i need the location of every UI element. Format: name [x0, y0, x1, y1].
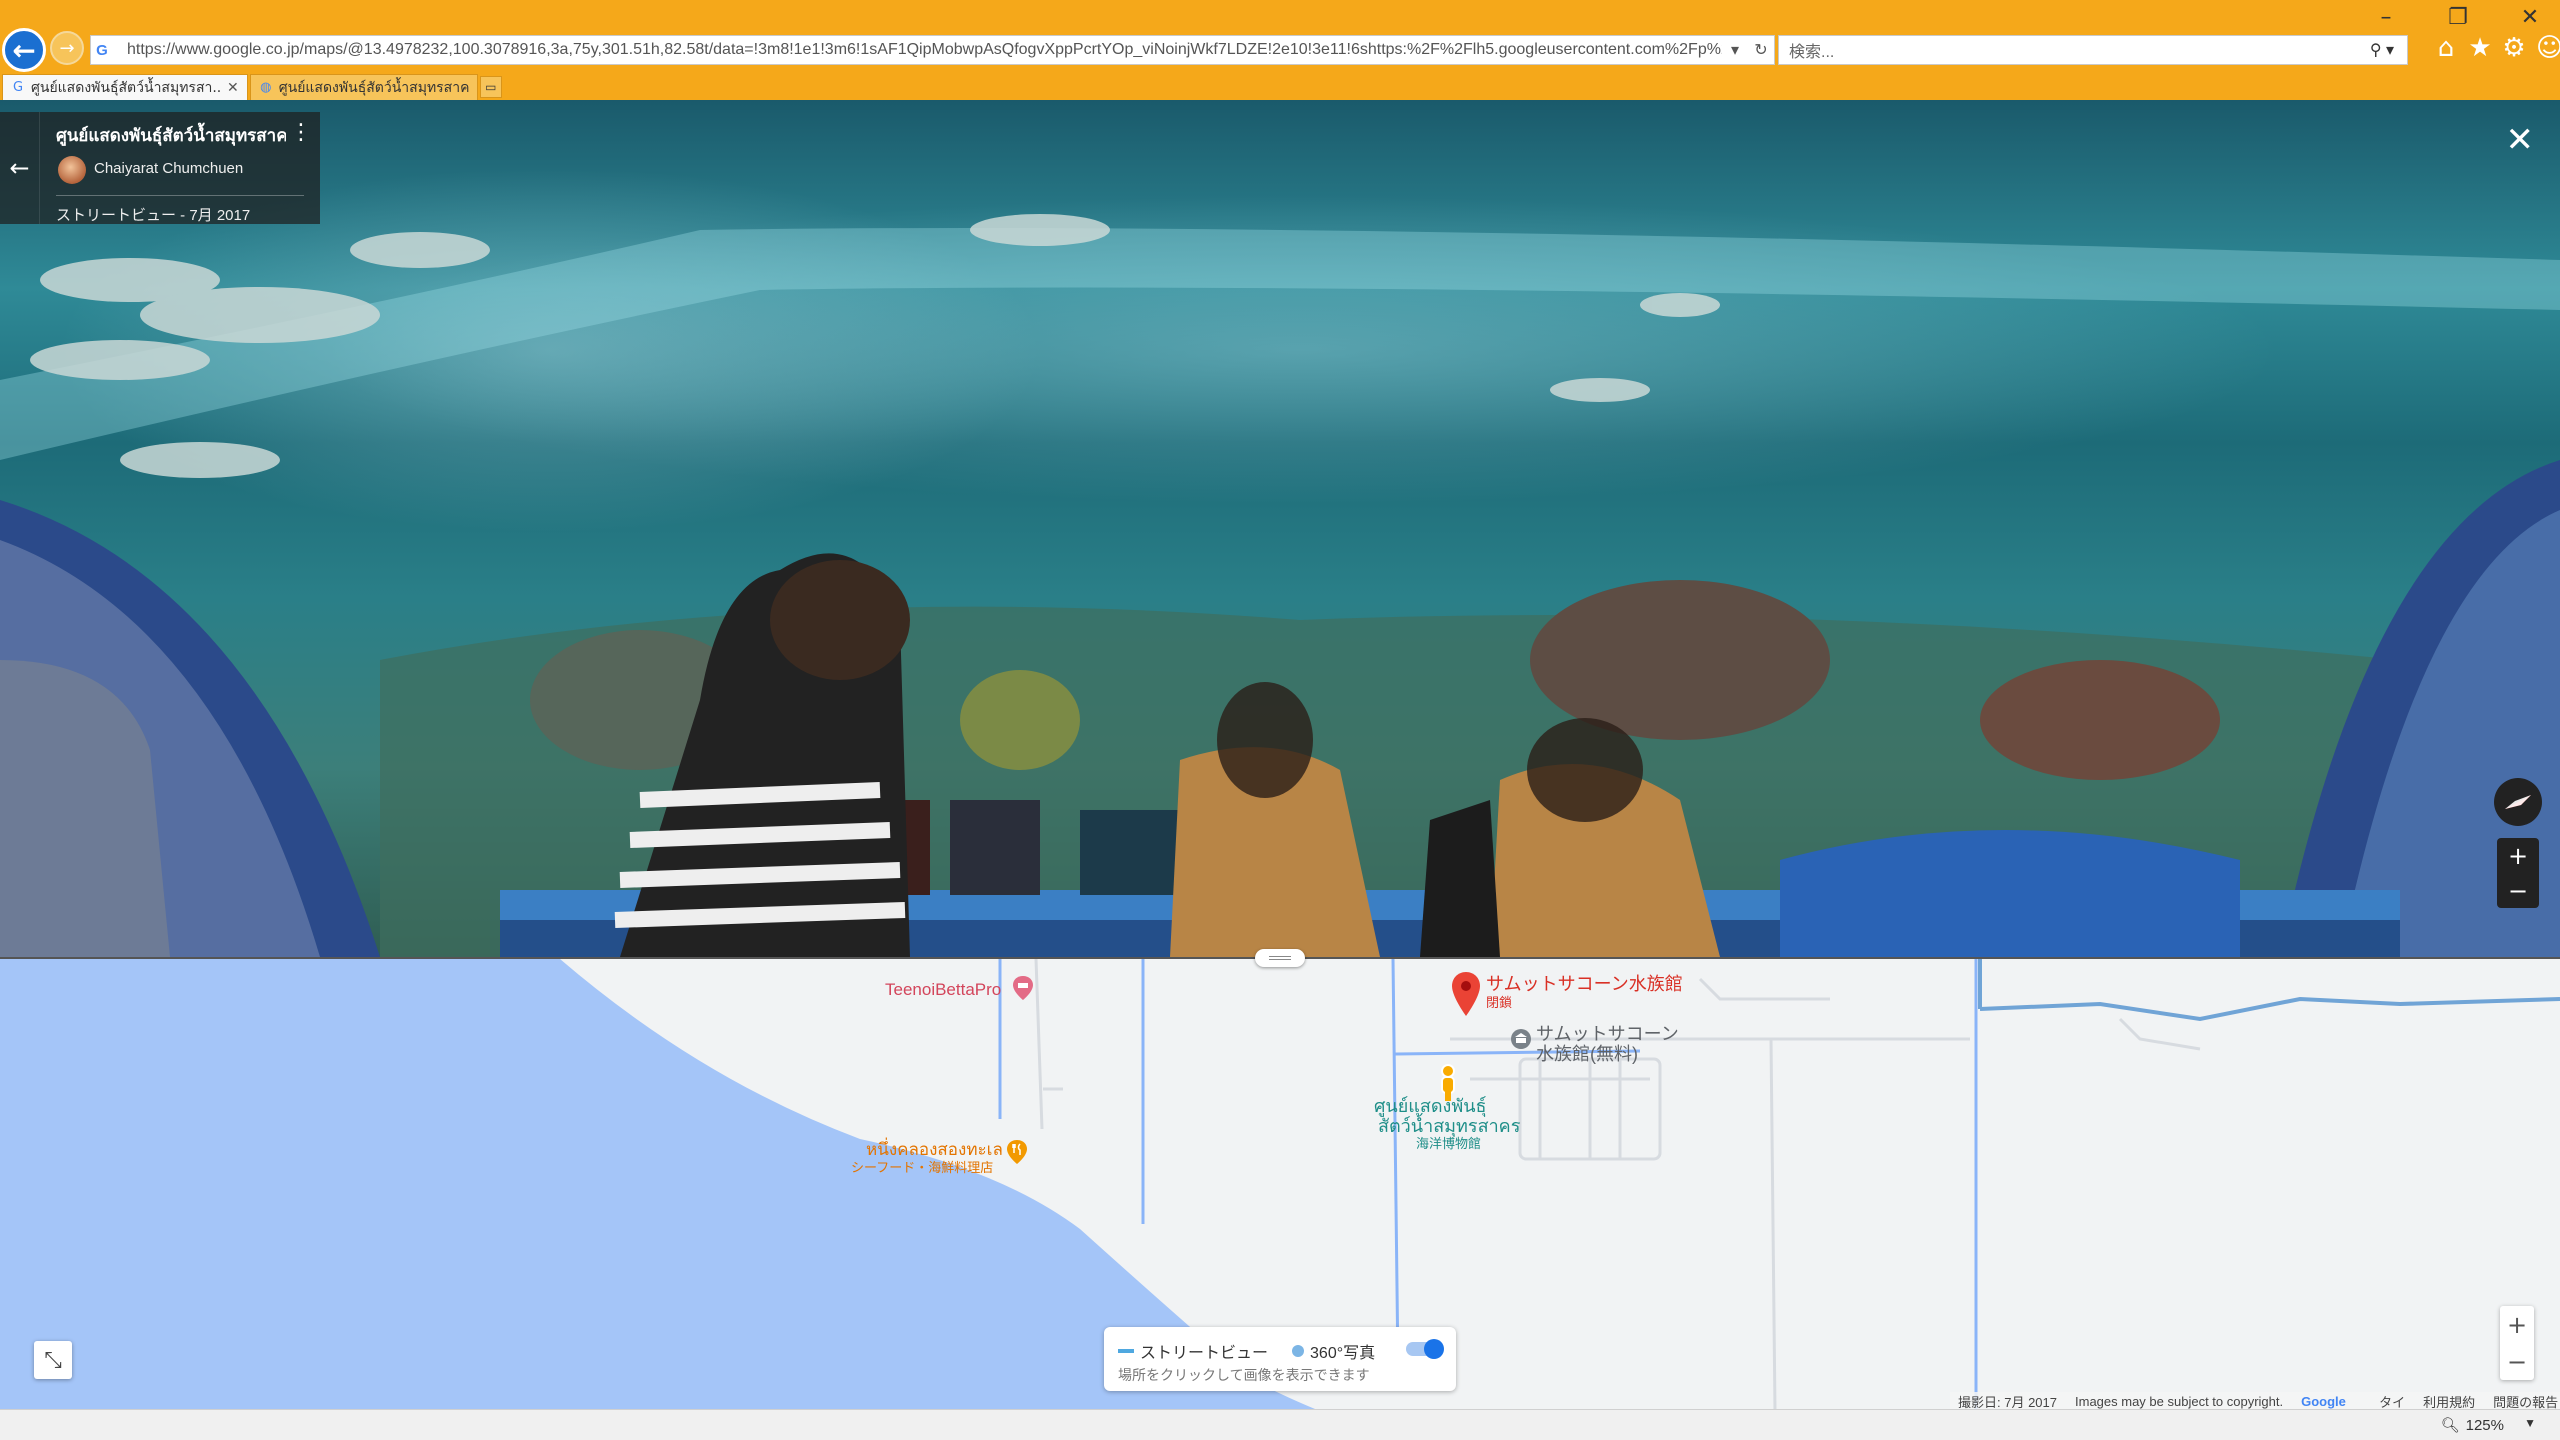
streetview-line-icon	[1118, 1349, 1134, 1353]
tab-inactive[interactable]: ◍ ศูนย์แสดงพันธุ์สัตว์น้ำสมุทรสาคร สม...	[249, 74, 478, 100]
place-label-museum-line2[interactable]: สัตว์น้ำสมุทรสาคร	[1378, 1116, 1520, 1137]
zoom-out-button[interactable]: −	[2497, 873, 2539, 908]
window-controls: – ❐ ✕	[2368, 0, 2548, 34]
restaurant-marker-icon[interactable]	[1006, 1139, 1028, 1165]
tab-close-icon[interactable]: ✕	[227, 80, 239, 96]
search-box[interactable]: 検索... ⚲ ▾	[1778, 35, 2408, 65]
streetview-layer-toggle[interactable]	[1406, 1339, 1444, 1359]
compass-button[interactable]	[2494, 778, 2542, 826]
new-tab-icon: ▭	[485, 80, 497, 94]
google-logo: Google	[2301, 1393, 2346, 1409]
layer-legend: ストリートビュー 360°写真	[1118, 1339, 1375, 1363]
star-icon[interactable]: ★	[2468, 33, 2492, 63]
google-favicon-icon: G	[12, 80, 24, 95]
more-options-icon[interactable]: ⋮	[290, 120, 312, 145]
close-streetview-button[interactable]: ✕	[2506, 120, 2535, 160]
museum-marker-icon[interactable]	[1510, 1028, 1532, 1050]
place-title[interactable]: ศูนย์แสดงพันธุ์สัตว์น้ำสมุทรสาคร	[56, 122, 286, 149]
place-status: 閉鎖	[1486, 995, 1513, 1010]
back-arrow-icon: ←	[12, 33, 36, 67]
divider	[56, 195, 304, 196]
capture-date-footer: 撮影日: 7月 2017	[1958, 1394, 2057, 1410]
author-name[interactable]: Chaiyarat Chumchuen	[94, 160, 243, 177]
close-window-button[interactable]: ✕	[2512, 5, 2548, 30]
place-label-museum-sub: 海洋博物館	[1416, 1136, 1482, 1151]
drag-handle-icon	[1269, 956, 1291, 960]
collapse-map-button[interactable]: ⤡	[34, 1341, 72, 1379]
streetview-back-button[interactable]: ←	[0, 112, 40, 224]
avatar[interactable]	[58, 156, 86, 184]
map-footer: 撮影日: 7月 2017 Images may be subject to co…	[1950, 1392, 2560, 1410]
tab-active[interactable]: G ศูนย์แสดงพันธุ์สัตว์น้ำสมุทรสา... ✕	[2, 74, 248, 100]
restore-button[interactable]: ❐	[2440, 5, 2476, 30]
country-link[interactable]: タイ	[2379, 1392, 2405, 1411]
place-label-free-line1[interactable]: サムットサコーン	[1536, 1024, 1679, 1045]
gear-icon[interactable]: ⚙	[2502, 33, 2526, 63]
map-zoom-control: + −	[2500, 1306, 2534, 1380]
forward-arrow-icon: →	[59, 37, 75, 59]
browser-title-bar: – ❐ ✕ ← → G https://www.google.co.jp/map…	[0, 0, 2560, 100]
forward-button[interactable]: →	[50, 31, 84, 65]
streetview-zoom-control: + −	[2497, 838, 2539, 908]
zoom-in-button[interactable]: +	[2497, 838, 2539, 873]
search-input[interactable]: 検索...	[1779, 38, 2357, 62]
red-pin-icon[interactable]	[1451, 971, 1481, 1017]
terms-link[interactable]: 利用規約	[2423, 1392, 2475, 1411]
place-label-seafood-sub: シーフード・海鮮料理店	[851, 1160, 994, 1175]
streetview-info-card: ← ศูนย์แสดงพันธุ์สัตว์น้ำสมุทรสาคร ⋮ Cha…	[0, 112, 320, 224]
capture-date[interactable]: ストリートビュー - 7月 2017	[56, 204, 250, 225]
compass-icon	[2505, 795, 2531, 809]
new-tab-button[interactable]: ▭	[479, 76, 502, 98]
tab-bar: G ศูนย์แสดงพันธุ์สัตว์น้ำสมุทรสา... ✕ ◍ …	[0, 70, 2560, 100]
minimize-button[interactable]: –	[2368, 5, 2404, 30]
site-favicon-icon: G	[96, 41, 108, 59]
photo360-legend-label: 360°写真	[1310, 1345, 1376, 1362]
address-url[interactable]: https://www.google.co.jp/maps/@13.497823…	[113, 41, 1722, 59]
layer-hint: 場所をクリックして画像を表示できます	[1118, 1367, 1370, 1383]
zoom-dropdown-icon[interactable]: ▼	[2524, 1416, 2536, 1430]
home-icon[interactable]: ⌂	[2434, 33, 2458, 63]
streetview-panorama[interactable]: ← ศูนย์แสดงพันธุ์สัตว์น้ำสมุทรสาคร ⋮ Cha…	[0, 100, 2560, 957]
place-label-seafood[interactable]: หนึ่งคลองสองทะเล	[866, 1140, 1003, 1160]
back-arrow-icon: ←	[9, 154, 30, 182]
close-icon: ✕	[2505, 120, 2535, 160]
zoom-level-value: 125%	[2465, 1416, 2504, 1434]
zoom-level-indicator[interactable]: 🔍︎ 125%	[2440, 1416, 2504, 1435]
streetview-layer-panel: ストリートビュー 360°写真 場所をクリックして画像を表示できます	[1104, 1327, 1456, 1391]
aquarium-scene-image	[0, 214, 2560, 957]
report-problem-link[interactable]: 問題の報告	[2493, 1392, 2558, 1411]
tab-label: ศูนย์แสดงพันธุ์สัตว์น้ำสมุทรสาคร สม...	[278, 79, 469, 96]
pane-resize-handle[interactable]	[1255, 949, 1305, 967]
collapse-icon: ⤡	[44, 1347, 62, 1373]
search-icon[interactable]: ⚲ ▾	[2357, 40, 2407, 60]
place-label-aquarium[interactable]: サムットサコーン水族館	[1486, 974, 1683, 995]
place-label-betta[interactable]: TeenoiBettaPro	[885, 980, 1001, 1000]
maps-favicon-icon: ◍	[260, 80, 272, 95]
place-label-museum-line1[interactable]: ศูนย์แสดงพันธุ์	[1374, 1096, 1487, 1117]
toggle-knob	[1424, 1339, 1444, 1359]
browser-toolbar: ⌂ ★ ⚙ ☺	[2434, 33, 2560, 63]
map-zoom-out-button[interactable]: −	[2500, 1343, 2534, 1380]
photo360-dot-icon	[1292, 1345, 1305, 1357]
browser-status-bar: 🔍︎ 125% ▼	[0, 1409, 2560, 1440]
place-label-free-line2[interactable]: 水族館(無料)	[1536, 1044, 1638, 1065]
tab-label: ศูนย์แสดงพันธุ์สัตว์น้ำสมุทรสา...	[31, 79, 221, 96]
zoom-magnifier-icon: 🔍︎	[2440, 1417, 2460, 1434]
address-bar[interactable]: G https://www.google.co.jp/maps/@13.4978…	[90, 35, 1775, 65]
map-zoom-in-button[interactable]: +	[2500, 1306, 2534, 1343]
refresh-icon[interactable]: ↻	[1748, 40, 1774, 60]
address-dropdown-icon[interactable]: ▾	[1722, 40, 1748, 60]
smiley-icon[interactable]: ☺	[2536, 33, 2560, 63]
back-button[interactable]: ←	[2, 28, 46, 72]
streetview-legend-label: ストリートビュー	[1140, 1345, 1269, 1362]
bed-marker-icon[interactable]	[1012, 975, 1034, 1001]
copyright-notice: Images may be subject to copyright.	[2075, 1393, 2284, 1409]
